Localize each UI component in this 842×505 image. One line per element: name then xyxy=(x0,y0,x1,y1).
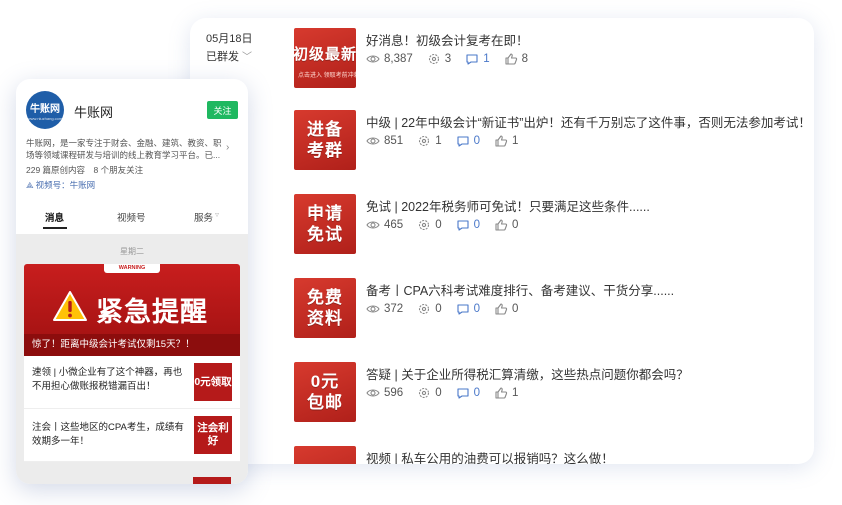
profile-tabs: 消息 视频号 服务 ▿ xyxy=(16,204,248,234)
share-gear-icon xyxy=(417,218,431,232)
comment-icon xyxy=(465,52,479,66)
views-stat: 596 xyxy=(366,386,403,400)
account-meta: 229 篇原创内容 8 个朋友关注 xyxy=(26,165,144,175)
eye-icon xyxy=(366,134,380,148)
article-row[interactable]: 免费资料 备考丨CPA六科考试难度排行、备考建议、干货分享...... 372 … xyxy=(294,278,804,340)
tab-messages[interactable]: 消息 xyxy=(45,210,64,224)
list-item-title: 注会丨这些地区的CPA考生，成绩有效期多一年！ xyxy=(32,422,184,447)
publish-date: 05月18日 xyxy=(206,33,253,45)
thumbs-up-icon xyxy=(494,134,508,148)
likes-stat: 1 xyxy=(494,386,518,400)
list-item-thumbnail xyxy=(193,477,231,484)
article-title[interactable]: 答疑 | 关于企业所得税汇算清缴，这些热点问题你都会吗？ xyxy=(366,364,689,383)
thumbs-up-icon xyxy=(494,386,508,400)
eye-icon xyxy=(366,302,380,316)
video-channel-icon: ⟁ xyxy=(26,180,34,190)
list-item[interactable]: 速领 | 小微企业有了这个神器，再也不用担心做账报税错漏百出！ 0元领取 xyxy=(24,356,240,409)
article-title[interactable]: 免试 | 2022年税务师可免试！只要满足这些条件...... xyxy=(366,196,650,215)
list-item[interactable]: 注会丨这些地区的CPA考生，成绩有效期多一年！ 注会利好 xyxy=(24,409,240,462)
featured-article-banner[interactable]: WARNING 紧急提醒 惊了！距离中级会计考试仅剩15天？！ xyxy=(24,264,240,356)
eye-icon xyxy=(366,386,380,400)
article-title[interactable]: 备考丨CPA六科考试难度排行、备考建议、干货分享...... xyxy=(366,280,674,299)
views-stat: 465 xyxy=(366,218,403,232)
shares-stat: 0 xyxy=(417,218,442,232)
comments-stat: 0 xyxy=(456,386,480,400)
eye-icon xyxy=(366,218,380,232)
list-item-thumbnail: 注会利好 xyxy=(194,416,232,454)
account-description[interactable]: 牛账网，是一家专注于财会、金融、建筑、教资、职场等领域课程研发与培训的线上教育学… xyxy=(26,137,222,161)
article-thumbnail: 申请免试 xyxy=(294,194,356,254)
active-tab-indicator xyxy=(43,227,67,229)
account-avatar[interactable]: 牛账网 www.niuzhang.com xyxy=(26,91,64,129)
warning-tag: WARNING xyxy=(104,264,160,273)
likes-stat: 0 xyxy=(494,302,518,316)
article-stats: 8,387 3 1 8 xyxy=(366,52,542,66)
thumbs-up-icon xyxy=(494,218,508,232)
share-gear-icon xyxy=(417,302,431,316)
shares-stat: 0 xyxy=(417,386,442,400)
account-name: 牛账网 xyxy=(74,105,114,120)
share-gear-icon xyxy=(417,134,431,148)
article-stats: 372 0 0 0 xyxy=(366,302,532,316)
article-thumbnail: 初级最新 点击进入 领取考前冲刺 xyxy=(294,28,356,88)
article-thumbnail: 兼读 xyxy=(294,446,356,464)
list-item-thumbnail: 0元领取 xyxy=(194,363,232,401)
article-row[interactable]: 兼读 视频 | 私车公用的油费可以报销吗？这么做！ xyxy=(294,446,804,464)
comments-stat: 1 xyxy=(465,52,490,66)
chevron-down-icon: ﹀ xyxy=(242,52,252,63)
shares-stat: 0 xyxy=(417,302,442,316)
comments-stat: 0 xyxy=(456,302,480,316)
follow-button[interactable]: 关注 xyxy=(207,101,238,119)
video-channel-link[interactable]: ⟁ 视频号：牛账网 xyxy=(26,179,95,191)
comment-icon xyxy=(456,302,470,316)
chevron-right-icon[interactable]: › xyxy=(226,142,229,153)
article-row[interactable]: 初级最新 点击进入 领取考前冲刺 好消息！初级会计复考在即！ 8,387 3 1… xyxy=(294,28,804,90)
shares-stat: 3 xyxy=(427,52,451,66)
likes-stat: 8 xyxy=(504,52,528,66)
tab-services[interactable]: 服务 xyxy=(194,210,213,224)
article-stats: 851 1 0 1 xyxy=(366,134,532,148)
feed-date-divider: 星期二 xyxy=(120,247,144,256)
share-gear-icon xyxy=(417,386,431,400)
views-stat: 8,387 xyxy=(366,52,413,66)
eye-icon xyxy=(366,52,380,66)
message-feed: 星期二 WARNING 紧急提醒 惊了！距离中级会计考试仅剩15天？！ 速领 |… xyxy=(16,234,248,484)
comments-stat: 0 xyxy=(456,218,480,232)
tab-video[interactable]: 视频号 xyxy=(117,210,146,224)
article-stats: 465 0 0 0 xyxy=(366,218,532,232)
article-thumbnail: 0元包邮 xyxy=(294,362,356,422)
likes-stat: 1 xyxy=(494,134,518,148)
comments-stat: 0 xyxy=(456,134,480,148)
chevron-down-icon: ▿ xyxy=(215,210,220,219)
article-stats: 596 0 0 1 xyxy=(366,386,532,400)
article-thumbnail: 免费资料 xyxy=(294,278,356,338)
warning-triangle-icon xyxy=(53,291,87,321)
article-title[interactable]: 中级 | 22年中级会计“新证书”出炉！还有千万别忘了这件事，否则无法参加考试！ xyxy=(366,112,811,131)
list-item-title: 速领 | 小微企业有了这个神器，再也不用担心做账报税错漏百出！ xyxy=(32,367,183,392)
views-stat: 851 xyxy=(366,134,403,148)
comment-icon xyxy=(456,386,470,400)
article-thumbnail: 进备考群 xyxy=(294,110,356,170)
publish-status-label: 已群发 xyxy=(206,51,239,63)
article-row[interactable]: 进备考群 中级 | 22年中级会计“新证书”出炉！还有千万别忘了这件事，否则无法… xyxy=(294,110,811,172)
article-row[interactable]: 0元包邮 答疑 | 关于企业所得税汇算清缴，这些热点问题你都会吗？ 596 0 … xyxy=(294,362,804,424)
banner-headline: 紧急提醒 xyxy=(96,297,208,327)
article-title[interactable]: 视频 | 私车公用的油费可以报销吗？这么做！ xyxy=(366,448,614,464)
comment-icon xyxy=(456,134,470,148)
likes-stat: 0 xyxy=(494,218,518,232)
share-gear-icon xyxy=(427,52,441,66)
article-title[interactable]: 好消息！初级会计复考在即！ xyxy=(366,30,529,49)
article-row[interactable]: 申请免试 免试 | 2022年税务师可免试！只要满足这些条件...... 465… xyxy=(294,194,804,256)
comment-icon xyxy=(456,218,470,232)
publish-status[interactable]: 已群发 ﹀ xyxy=(206,48,252,64)
views-stat: 372 xyxy=(366,302,403,316)
account-profile-phone: 牛账网 www.niuzhang.com 牛账网 关注 牛账网，是一家专注于财会… xyxy=(16,79,248,484)
banner-caption: 惊了！距离中级会计考试仅剩15天？！ xyxy=(24,334,240,356)
shares-stat: 1 xyxy=(417,134,442,148)
thumbs-up-icon xyxy=(494,302,508,316)
article-list-panel: 05月18日 已群发 ﹀ 初级最新 点击进入 领取考前冲刺 好消息！初级会计复考在… xyxy=(190,18,814,464)
thumbs-up-icon xyxy=(504,52,518,66)
